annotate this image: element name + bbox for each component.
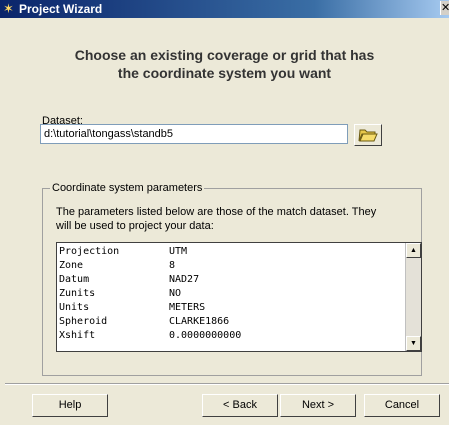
browse-dataset-button[interactable] — [354, 124, 382, 146]
dataset-path-field[interactable]: d:\tutorial\tongass\standb5 — [40, 124, 348, 144]
params-description-line-1: The parameters listed below are those of… — [56, 206, 377, 218]
folder-open-icon — [358, 129, 378, 142]
param-value: NO — [169, 288, 182, 299]
title-bar[interactable]: ✶ Project Wizard ✕ — [0, 0, 449, 18]
button-divider — [5, 383, 449, 385]
heading-line-2: the coordinate system you want — [117, 65, 332, 81]
window-title: Project Wizard — [19, 2, 103, 16]
param-value: 0.0000000000 — [169, 330, 242, 341]
cancel-button[interactable]: Cancel — [364, 394, 440, 417]
heading-line-1: Choose an existing coverage or grid that… — [74, 47, 375, 63]
param-key: Xshift — [59, 330, 96, 341]
scroll-up-arrow-icon[interactable]: ▲ — [406, 243, 421, 258]
params-description-line-2: will be used to project your data: — [56, 220, 214, 232]
back-button[interactable]: < Back — [202, 394, 278, 417]
params-listbox[interactable]: Projection UTM Zone 8 Datum NAD27 Zunits… — [56, 242, 422, 352]
param-key: Zunits — [59, 288, 96, 299]
param-value: UTM — [169, 246, 188, 257]
param-value: NAD27 — [169, 274, 200, 285]
param-key: Datum — [59, 274, 90, 285]
param-value: METERS — [169, 302, 206, 313]
param-key: Projection — [59, 246, 120, 257]
param-key: Zone — [59, 260, 84, 271]
group-title: Coordinate system parameters — [50, 182, 205, 195]
params-scrollbar[interactable]: ▲ ▼ — [405, 243, 421, 351]
param-key: Units — [59, 302, 90, 313]
wizard-heading: Choose an existing coverage or grid that… — [0, 46, 449, 82]
next-button[interactable]: Next > — [280, 394, 356, 417]
help-button[interactable]: Help — [32, 394, 108, 417]
param-value: 8 — [169, 260, 176, 271]
project-wizard-window: ✶ Project Wizard ✕ Choose an existing co… — [0, 0, 449, 425]
param-value: CLARKE1866 — [169, 316, 230, 327]
wizard-icon: ✶ — [3, 1, 14, 16]
close-icon[interactable]: ✕ — [440, 1, 449, 15]
scroll-down-arrow-icon[interactable]: ▼ — [406, 336, 421, 351]
param-key: Spheroid — [59, 316, 108, 327]
